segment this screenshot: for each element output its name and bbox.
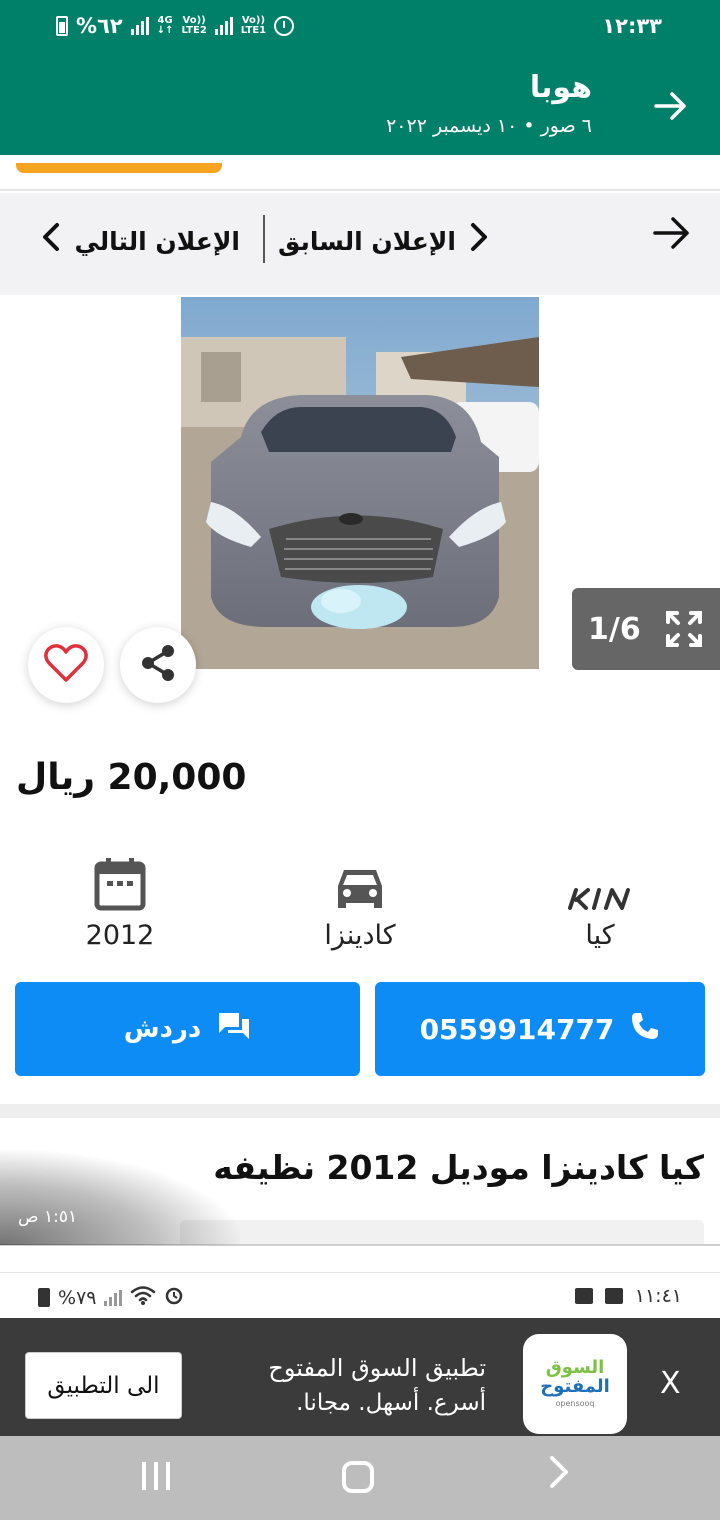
orange-bar [16, 163, 222, 173]
network-4g: 4G ↓↑ [156, 15, 174, 36]
listing-title: كيا كادينزا موديل 2012 نظيفه [213, 1148, 704, 1187]
gallery-next-arrow-icon[interactable] [642, 445, 674, 481]
notification-icon [574, 1288, 593, 1304]
nav-divider [263, 215, 265, 263]
calendar-icon [50, 850, 190, 912]
call-button-number: 0559914777 [419, 1012, 615, 1046]
chat-button[interactable]: دردش [15, 982, 360, 1076]
inner-time: ١١:٤١ [634, 1285, 682, 1307]
listing-nav-bar: الإعلان السابق الإعلان التالي [0, 193, 720, 295]
alarm-icon [274, 16, 295, 36]
spec-year: 2012 [50, 850, 190, 951]
spec-make-value: كيا [585, 920, 615, 951]
chevron-left-icon [42, 221, 60, 261]
inner-alarm-icon [164, 1285, 184, 1310]
section-separator [0, 1104, 720, 1118]
app-install-banner: الى التطبيق تطبيق السوق المفتوح أسرع. أس… [0, 1318, 720, 1436]
description-box-top [180, 1220, 704, 1245]
photo-counter-text: 1/6 [588, 611, 641, 647]
back-arrow-icon[interactable] [654, 90, 688, 130]
inner-status-bar: %٧٩ ١١:٤١ [0, 1272, 720, 1318]
inner-battery-level: %٧٩ [58, 1286, 97, 1309]
chat-button-label: دردش [123, 1014, 202, 1044]
page-top-strip [0, 155, 720, 191]
status-bar-left: %٦٢ 4G ↓↑ Vo)) LTE2 Vo)) LTE1 [56, 14, 295, 38]
signal-icon [130, 17, 149, 35]
chat-icon [217, 1011, 251, 1048]
banner-title: تطبيق السوق المفتوح [268, 1354, 486, 1382]
gallery-prev-arrow-icon[interactable] [46, 445, 78, 481]
car-icon [290, 850, 430, 912]
close-banner-button[interactable]: X [660, 1366, 681, 1401]
system-back-icon[interactable] [548, 1454, 570, 1498]
recent-apps-icon[interactable] [142, 1462, 170, 1490]
banner-subtitle: أسرع. أسهل. مجانا. [296, 1390, 486, 1416]
next-ad-link[interactable]: الإعلان التالي [42, 221, 240, 261]
nav-back-arrow-icon[interactable] [652, 215, 692, 261]
heart-icon [44, 643, 88, 687]
previous-ad-link[interactable]: الإعلان السابق [278, 221, 488, 261]
network-volte1: Vo)) LTE1 [240, 15, 267, 36]
call-button[interactable]: 0559914777 [375, 982, 705, 1076]
favorite-button[interactable] [28, 627, 104, 703]
signal-icon-2 [214, 17, 233, 35]
share-button[interactable] [120, 627, 196, 703]
wifi-icon [130, 1285, 156, 1310]
expand-icon [665, 610, 703, 648]
spec-year-value: 2012 [85, 920, 155, 951]
opensooq-logo[interactable]: السوق المفتوح opensooq [523, 1334, 627, 1434]
next-ad-label: الإعلان التالي [74, 226, 240, 256]
open-app-button[interactable]: الى التطبيق [25, 1352, 182, 1419]
viewer-title: هوبا [529, 70, 592, 105]
kia-logo [530, 850, 670, 912]
inner-signal-icon [104, 1289, 123, 1306]
viewer-header: %٦٢ 4G ↓↑ Vo)) LTE2 Vo)) LTE1 ١٢:٣٣ هوبا ٦ … [0, 0, 720, 155]
share-icon [140, 644, 176, 686]
inner-status-right: ١١:٤١ [574, 1285, 682, 1307]
home-icon[interactable] [342, 1461, 374, 1493]
car-photo[interactable] [181, 297, 539, 669]
listing-price: 20,000 ريال [16, 757, 247, 798]
battery-icon [56, 16, 68, 36]
spec-model: كادينزا [290, 850, 430, 951]
spec-model-value: كادينزا [324, 920, 396, 951]
chevron-right-icon [470, 221, 488, 261]
network-volte2: Vo)) LTE2 [181, 15, 207, 36]
spec-make: كيا [530, 850, 670, 951]
phone-icon [630, 1011, 660, 1048]
viewer-subtitle: ٦ صور • ١٠ ديسمبر ٢٠٢٢ [386, 115, 592, 137]
message-timestamp: ١:٥١ ص [18, 1207, 78, 1227]
inner-battery-icon [38, 1288, 50, 1307]
status-time: ١٢:٣٣ [602, 14, 662, 38]
message-shadow [0, 1150, 240, 1245]
photo-counter[interactable]: 1/6 [572, 588, 720, 670]
inner-status-left: %٧٩ [38, 1285, 184, 1310]
battery-level: %٦٢ [76, 14, 123, 38]
previous-ad-label: الإعلان السابق [278, 226, 456, 256]
gallery-notification-icon [604, 1288, 623, 1304]
photo-gallery[interactable]: 1/6 [0, 295, 720, 725]
system-nav-bar [0, 1436, 720, 1520]
